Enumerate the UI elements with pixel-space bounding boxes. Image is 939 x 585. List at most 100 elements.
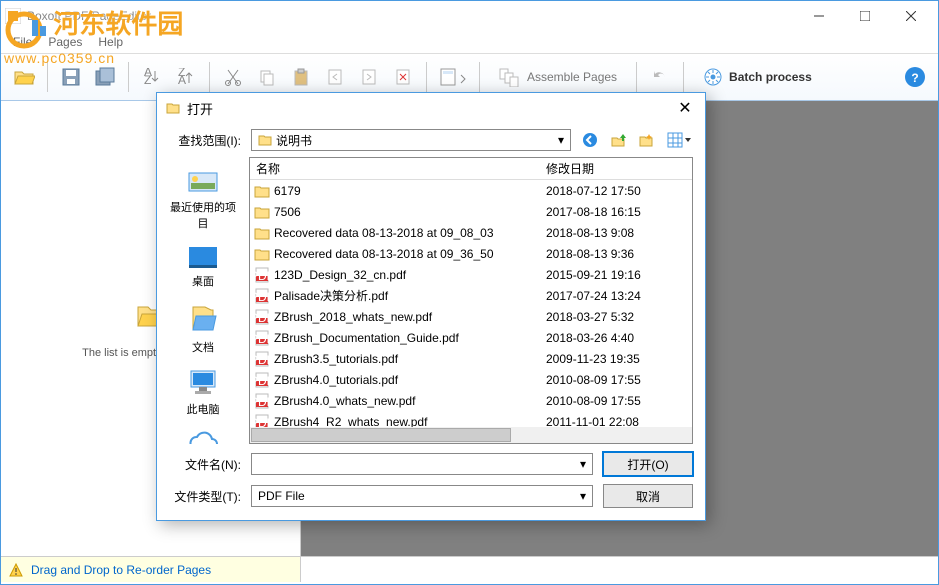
titlebar: Boxoft PDF PageEditor bbox=[1, 1, 938, 31]
file-date: 2018-03-26 4:40 bbox=[540, 331, 692, 345]
chevron-down-icon: ▾ bbox=[558, 133, 564, 147]
recent-icon bbox=[187, 167, 219, 195]
open-button[interactable] bbox=[9, 62, 39, 92]
cancel-button[interactable]: 取消 bbox=[603, 484, 693, 508]
assemble-pages-label: Assemble Pages bbox=[527, 70, 617, 84]
menu-file[interactable]: File bbox=[9, 33, 36, 51]
file-name: Palisade决策分析.pdf bbox=[274, 287, 388, 304]
file-row[interactable]: PDFZBrush4.0_tutorials.pdf2010-08-09 17:… bbox=[250, 369, 692, 390]
copy-button[interactable] bbox=[252, 62, 282, 92]
file-row[interactable]: 75062017-08-18 16:15 bbox=[250, 201, 692, 222]
svg-text:PDF: PDF bbox=[254, 395, 270, 409]
file-row[interactable]: Recovered data 08-13-2018 at 09_08_03 201… bbox=[250, 222, 692, 243]
svg-text:PDF: PDF bbox=[254, 311, 270, 325]
status-hint: Drag and Drop to Re-order Pages bbox=[1, 557, 301, 582]
new-folder-button[interactable] bbox=[637, 131, 655, 149]
batch-process-button[interactable]: Batch process bbox=[692, 62, 823, 92]
hscroll-thumb[interactable] bbox=[251, 428, 511, 442]
file-row[interactable]: PDF Palisade决策分析.pdf 2017-07-24 13:24 bbox=[250, 285, 692, 306]
file-row[interactable]: PDFZBrush4.0_whats_new.pdf2010-08-09 17:… bbox=[250, 390, 692, 411]
page-next-button[interactable] bbox=[354, 62, 384, 92]
svg-text:A: A bbox=[178, 73, 186, 86]
chevron-down-icon: ▾ bbox=[580, 457, 586, 471]
view-menu-button[interactable] bbox=[665, 131, 693, 149]
svg-text:PDF: PDF bbox=[254, 332, 270, 346]
file-name: ZBrush_Documentation_Guide.pdf bbox=[274, 331, 459, 345]
place-cloud[interactable]: WPS云文档 bbox=[163, 427, 243, 444]
file-list[interactable]: 名称 修改日期 61792018-07-12 17:5075062017-08-… bbox=[249, 157, 693, 444]
nav-back-button[interactable] bbox=[581, 131, 599, 149]
hscrollbar[interactable] bbox=[250, 427, 692, 443]
svg-text:PDF: PDF bbox=[254, 269, 270, 283]
sort-up-button[interactable]: ZA bbox=[171, 62, 201, 92]
svg-text:PDF: PDF bbox=[254, 290, 270, 304]
place-label: 桌面 bbox=[192, 273, 214, 289]
desktop-icon bbox=[187, 245, 219, 269]
chevron-down-icon: ▾ bbox=[580, 489, 586, 503]
lookin-combo[interactable]: 说明书 ▾ bbox=[251, 129, 571, 151]
file-rows[interactable]: 61792018-07-12 17:5075062017-08-18 16:15… bbox=[250, 180, 692, 427]
file-row[interactable]: 61792018-07-12 17:50 bbox=[250, 180, 692, 201]
preview-button[interactable] bbox=[435, 62, 471, 92]
file-row[interactable]: PDFZBrush3.5_tutorials.pdf2009-11-23 19:… bbox=[250, 348, 692, 369]
file-name: ZBrush4_R2_whats_new.pdf bbox=[274, 415, 427, 428]
sort-down-button[interactable]: AZ bbox=[137, 62, 167, 92]
page-prev-button[interactable] bbox=[320, 62, 350, 92]
paste-button[interactable] bbox=[286, 62, 316, 92]
file-date: 2011-11-01 22:08 bbox=[540, 415, 692, 428]
file-date: 2010-08-09 17:55 bbox=[540, 373, 692, 387]
filetype-combo[interactable]: PDF File▾ bbox=[251, 485, 593, 507]
menu-pages[interactable]: Pages bbox=[44, 33, 86, 51]
nav-up-button[interactable] bbox=[609, 131, 627, 149]
dialog-titlebar: 打开 ✕ bbox=[157, 93, 705, 123]
dialog-icon bbox=[165, 100, 181, 116]
place-computer[interactable]: 此电脑 bbox=[163, 365, 243, 421]
place-documents[interactable]: 文档 bbox=[163, 299, 243, 359]
svg-text:PDF: PDF bbox=[254, 416, 270, 428]
cloud-icon bbox=[186, 431, 220, 444]
places-bar: 最近使用的项目桌面文档此电脑 WPS云文档 bbox=[157, 157, 249, 444]
file-date: 2018-08-13 9:36 bbox=[540, 247, 692, 261]
col-date[interactable]: 修改日期 bbox=[540, 160, 692, 177]
warning-icon bbox=[9, 563, 23, 577]
svg-text:?: ? bbox=[911, 71, 918, 85]
file-row[interactable]: PDF 123D_Design_32_cn.pdf 2015-09-21 19:16 bbox=[250, 264, 692, 285]
close-button[interactable] bbox=[888, 1, 934, 31]
file-name: Recovered data 08-13-2018 at 09_36_50 bbox=[274, 247, 494, 261]
file-row[interactable]: PDF ZBrush4_R2_whats_new.pdf 2011-11-01 22… bbox=[250, 411, 692, 427]
file-date: 2018-08-13 9:08 bbox=[540, 226, 692, 240]
col-name[interactable]: 名称 bbox=[250, 160, 540, 177]
file-name: ZBrush4.0_tutorials.pdf bbox=[274, 373, 398, 387]
undo-button[interactable] bbox=[645, 62, 675, 92]
statusbar: Drag and Drop to Re-order Pages bbox=[1, 556, 938, 582]
cut-button[interactable] bbox=[218, 62, 248, 92]
place-recent[interactable]: 最近使用的项目 bbox=[163, 163, 243, 235]
file-name: ZBrush_2018_whats_new.pdf bbox=[274, 310, 432, 324]
assemble-pages-button[interactable]: Assemble Pages bbox=[488, 62, 628, 92]
file-date: 2015-09-21 19:16 bbox=[540, 268, 692, 282]
open-file-button[interactable]: 打开(O) bbox=[603, 452, 693, 476]
file-row[interactable]: PDFZBrush_2018_whats_new.pdf2018-03-27 5… bbox=[250, 306, 692, 327]
window-title: Boxoft PDF PageEditor bbox=[27, 9, 796, 23]
place-desktop[interactable]: 桌面 bbox=[163, 241, 243, 293]
file-list-header[interactable]: 名称 修改日期 bbox=[250, 158, 692, 180]
save-button[interactable] bbox=[56, 62, 86, 92]
place-label: 此电脑 bbox=[187, 401, 220, 417]
delete-page-button[interactable] bbox=[388, 62, 418, 92]
svg-text:PDF: PDF bbox=[254, 353, 270, 367]
minimize-button[interactable] bbox=[796, 1, 842, 31]
filename-input[interactable]: ▾ bbox=[251, 453, 593, 475]
save-all-button[interactable] bbox=[90, 62, 120, 92]
maximize-button[interactable] bbox=[842, 1, 888, 31]
file-row[interactable]: Recovered data 08-13-2018 at 09_36_50 201… bbox=[250, 243, 692, 264]
documents-icon bbox=[189, 303, 217, 335]
file-row[interactable]: PDF ZBrush_Documentation_Guide.pdf 2018-03… bbox=[250, 327, 692, 348]
place-label: 最近使用的项目 bbox=[167, 199, 239, 231]
help-button[interactable]: ? bbox=[900, 62, 930, 92]
dialog-close-button[interactable]: ✕ bbox=[673, 96, 697, 120]
file-name: 123D_Design_32_cn.pdf bbox=[274, 268, 406, 282]
menu-help[interactable]: Help bbox=[94, 33, 127, 51]
file-name: Recovered data 08-13-2018 at 09_08_03 bbox=[274, 226, 494, 240]
file-date: 2017-07-24 13:24 bbox=[540, 289, 692, 303]
batch-process-label: Batch process bbox=[729, 70, 812, 84]
